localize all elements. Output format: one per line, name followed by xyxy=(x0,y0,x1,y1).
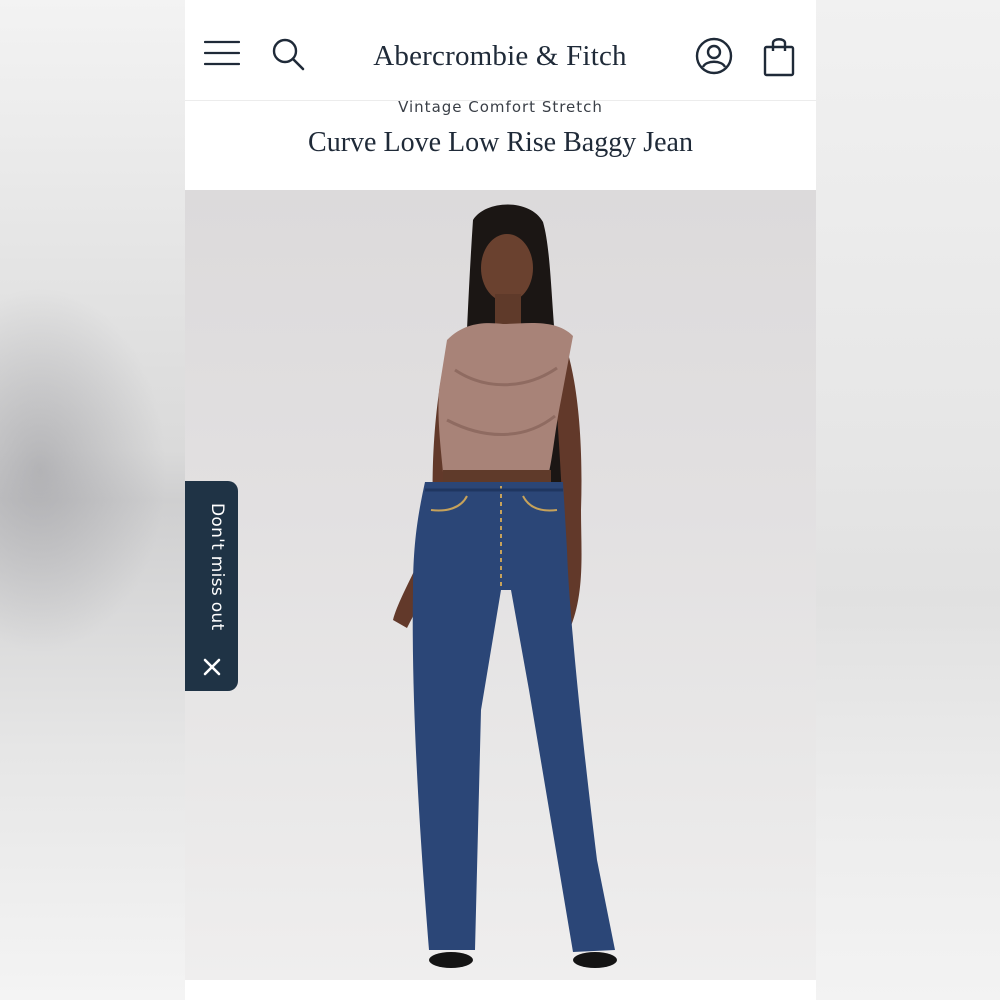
hamburger-menu-icon[interactable] xyxy=(204,38,240,68)
promo-label: Don't miss out xyxy=(207,503,227,631)
close-icon[interactable] xyxy=(202,657,222,677)
model-illustration xyxy=(393,204,617,968)
brand-logo[interactable]: Abercrombie & Fitch xyxy=(325,36,675,76)
top-navigation-bar: Abercrombie & Fitch xyxy=(185,0,816,101)
promo-side-tab[interactable]: Don't miss out xyxy=(185,481,238,691)
blurred-edge-right xyxy=(815,0,1000,1000)
shopping-bag-icon[interactable] xyxy=(763,35,795,77)
product-title: Curve Love Low Rise Baggy Jean xyxy=(308,127,693,158)
mobile-page: Abercrombie & Fitch Vintage Comfort Stre… xyxy=(185,0,816,1000)
blurred-edge-left xyxy=(0,0,185,1000)
account-icon[interactable] xyxy=(695,37,733,75)
search-icon[interactable] xyxy=(271,37,305,71)
page-bottom-strip xyxy=(185,980,816,1000)
product-collection-label: Vintage Comfort Stretch xyxy=(398,98,603,116)
product-image[interactable] xyxy=(185,190,816,980)
